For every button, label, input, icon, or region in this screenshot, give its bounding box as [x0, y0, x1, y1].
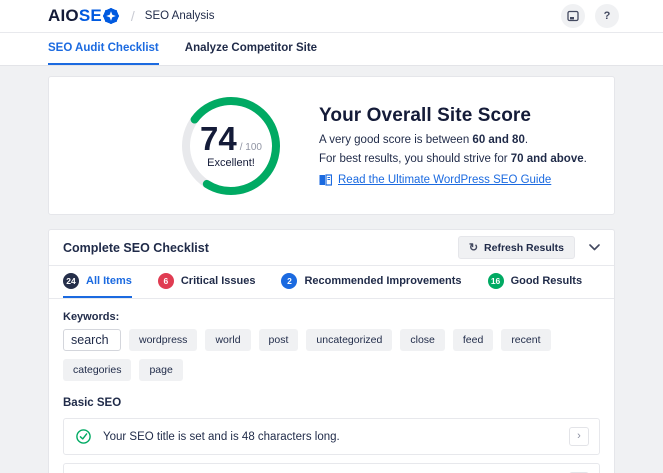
score-value: 74	[200, 122, 237, 155]
score-max: / 100	[240, 142, 262, 153]
filter-label: Good Results	[511, 275, 583, 287]
tab-analyze-competitor-site[interactable]: Analyze Competitor Site	[185, 33, 317, 65]
checklist-items: Your SEO title is set and is 48 characte…	[63, 418, 600, 473]
keyword-tag[interactable]: recent	[501, 329, 550, 351]
checklist-item-text: Your SEO title is set and is 48 characte…	[103, 431, 340, 443]
score-card-title: Your Overall Site Score	[319, 105, 587, 127]
overall-score-card: 74 / 100 Excellent! Your Overall Site Sc…	[48, 76, 615, 215]
keyword-tag[interactable]: world	[205, 329, 250, 351]
refresh-icon: ↻	[469, 241, 478, 254]
count-badge: 6	[158, 273, 174, 289]
filter-label: All Items	[86, 275, 132, 287]
count-badge: 2	[281, 273, 297, 289]
keyword-tag[interactable]: categories	[63, 359, 131, 381]
score-ring: 74 / 100 Excellent!	[181, 96, 281, 196]
aioseo-logo[interactable]: AIOSE	[48, 6, 119, 26]
section-title-basic-seo: Basic SEO	[63, 397, 600, 409]
top-header: AIOSE / SEO Analysis ?	[0, 0, 663, 33]
score-rating: Excellent!	[207, 157, 255, 169]
logo-text-aio: AIO	[48, 6, 79, 26]
filter-label: Recommended Improvements	[304, 275, 461, 287]
filter-tab[interactable]: 24 All Items	[63, 266, 132, 298]
filter-tab[interactable]: 2 Recommended Improvements	[281, 266, 461, 298]
item-expand-arrow-icon[interactable]: ›	[569, 427, 589, 446]
score-desc-line1: A very good score is between 60 and 80.	[319, 134, 587, 146]
keywords-label: Keywords:	[63, 311, 600, 323]
main-tab-bar: SEO Audit Checklist Analyze Competitor S…	[0, 33, 663, 66]
filter-label: Critical Issues	[181, 275, 256, 287]
filter-tab[interactable]: 16 Good Results	[488, 266, 583, 298]
filter-tabs: 24 All Items 6 Critical Issues 2 Recomme…	[49, 266, 614, 299]
keyword-tag[interactable]: close	[400, 329, 445, 351]
seo-guide-link[interactable]: Read the Ultimate WordPress SEO Guide	[338, 174, 551, 186]
count-badge: 16	[488, 273, 504, 289]
checklist-item[interactable]: Your SEO title is set and is 48 characte…	[63, 418, 600, 455]
notifications-window-icon[interactable]	[561, 4, 585, 28]
keyword-tag[interactable]: uncategorized	[306, 329, 392, 351]
help-icon[interactable]: ?	[595, 4, 619, 28]
score-desc-line2: For best results, you should strive for …	[319, 153, 587, 165]
filter-tab[interactable]: 6 Critical Issues	[158, 266, 256, 298]
keyword-tag[interactable]: page	[139, 359, 182, 381]
keyword-tag[interactable]: post	[259, 329, 299, 351]
book-icon	[319, 174, 332, 186]
breadcrumb: SEO Analysis	[145, 10, 215, 22]
keywords-row: wordpress world post uncategorized close feed…	[63, 329, 600, 381]
keyword-tag[interactable]: feed	[453, 329, 493, 351]
refresh-results-button[interactable]: ↻ Refresh Results	[458, 236, 575, 259]
checklist-item[interactable]: Your meta description is set and is 27 c…	[63, 463, 600, 473]
tab-seo-audit-checklist[interactable]: SEO Audit Checklist	[48, 33, 159, 65]
count-badge: 24	[63, 273, 79, 289]
logo-text-se: SE	[79, 6, 102, 26]
checklist-title: Complete SEO Checklist	[63, 241, 209, 255]
collapse-chevron-icon[interactable]	[589, 244, 600, 251]
keyword-tag[interactable]: wordpress	[129, 329, 197, 351]
check-circle-icon	[76, 429, 91, 444]
logo-gear-icon	[103, 8, 119, 24]
keyword-search-input[interactable]	[63, 329, 121, 351]
breadcrumb-separator: /	[131, 8, 135, 24]
seo-checklist-card: Complete SEO Checklist ↻ Refresh Results…	[48, 229, 615, 473]
